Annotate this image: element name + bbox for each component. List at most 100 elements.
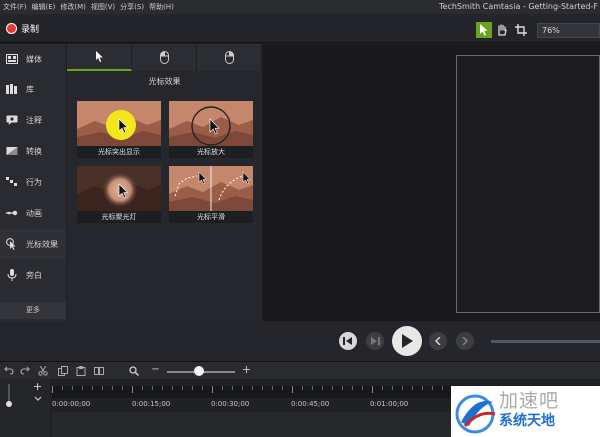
ruler-tick (262, 386, 263, 390)
sidebar-item-behaviors[interactable]: 行为 (0, 167, 66, 197)
menu-share[interactable]: 分享(S) (117, 2, 146, 12)
ruler-tick (192, 386, 193, 390)
sidebar-item-animations[interactable]: 动画 (0, 198, 66, 228)
tab-left-click-effects[interactable] (132, 44, 197, 71)
menu-view[interactable]: 视图(V) (88, 2, 117, 12)
effect-card-magnify[interactable]: 光标放大 (169, 101, 253, 158)
zoom-level-value: 76% (542, 26, 560, 35)
copy-icon[interactable] (57, 365, 68, 376)
undo-icon[interactable] (3, 365, 14, 376)
effect-thumbnail (169, 101, 253, 146)
sidebar-item-library[interactable]: 库 (0, 74, 66, 104)
cursor-effects-panel: 光标效果 光标突出显示 光标放大 光标聚光灯 光标平滑 (67, 44, 262, 321)
zoom-in-button[interactable]: + (241, 363, 252, 376)
tab-cursor-effects[interactable] (67, 44, 132, 71)
more-button[interactable]: 更多 (0, 302, 66, 319)
ruler-tick (112, 386, 113, 390)
redo-icon[interactable] (19, 365, 30, 376)
previous-frame-button[interactable] (429, 332, 447, 350)
menu-modify[interactable]: 修改(M) (57, 2, 88, 12)
main-toolbar: 录制 76% (0, 14, 600, 43)
record-label: 录制 (21, 25, 40, 35)
ruler-tick (182, 386, 183, 390)
cut-icon[interactable] (37, 365, 48, 376)
watermark-top-text: 加速吧 (499, 390, 560, 412)
menu-bar: 文件(F) 编辑(E) 修改(M) 视图(V) 分享(S) 帮助(H) Tech… (0, 0, 600, 14)
effect-card-spotlight[interactable]: 光标聚光灯 (77, 166, 161, 223)
preview-canvas[interactable] (456, 55, 600, 313)
zoom-out-button[interactable]: − (150, 364, 161, 375)
ruler-tick (62, 386, 63, 390)
next-frame-button[interactable] (456, 332, 474, 350)
play-icon (402, 334, 413, 348)
ruler-tick (362, 386, 363, 390)
menu-file[interactable]: 文件(F) (0, 2, 29, 12)
ruler-tick (72, 386, 73, 390)
sidebar-item-annotations[interactable]: 注释 (0, 105, 66, 135)
sidebar-item-label: 转换 (26, 146, 42, 156)
zoom-search-icon (128, 365, 139, 376)
ruler-tick (402, 386, 403, 390)
ruler-tick (382, 386, 383, 390)
ruler-tick (412, 386, 413, 390)
tab-right-click-effects[interactable] (197, 44, 262, 71)
time-label: 0:00:15;00 (132, 400, 171, 408)
ruler-tick (202, 386, 203, 390)
ruler-tick (292, 386, 293, 393)
record-button[interactable]: 录制 (0, 14, 60, 43)
step-back-button[interactable] (339, 332, 357, 350)
sidebar-item-media[interactable]: 媒体 (0, 44, 66, 74)
sidebar-item-label: 库 (26, 84, 34, 94)
ruler-tick (152, 386, 153, 390)
sidebar-item-cursor-effects[interactable]: 光标效果 (0, 229, 66, 259)
menu-edit[interactable]: 编辑(E) (29, 2, 58, 12)
media-icon (5, 52, 19, 66)
ruler-tick (242, 386, 243, 390)
collapse-chevron-icon[interactable] (34, 396, 42, 402)
effect-label: 光标平滑 (197, 213, 225, 221)
crop-tool-button[interactable] (513, 22, 529, 38)
sidebar-item-transitions[interactable]: 转换 (0, 136, 66, 166)
pan-tool-button[interactable] (494, 22, 510, 38)
effect-thumbnail (77, 166, 161, 211)
watermark-logo (455, 394, 496, 434)
previous-clip-button[interactable] (366, 332, 384, 350)
ruler-tick (102, 386, 103, 390)
watermark-main-text: 系统天地 (499, 413, 555, 429)
playback-scrubber[interactable] (491, 340, 600, 343)
menu-help[interactable]: 帮助(H) (146, 2, 176, 12)
track-height-handle[interactable] (6, 401, 12, 407)
effect-thumbnail (169, 166, 253, 211)
effect-card-smoothing[interactable]: 光标平滑 (169, 166, 253, 223)
animation-icon (5, 206, 19, 220)
zoom-level-dropdown[interactable]: 76% (537, 23, 600, 38)
time-label: 0:00:00;00 (52, 400, 91, 408)
ruler-tick (122, 386, 123, 390)
add-track-button[interactable]: + (33, 380, 42, 393)
ruler-tick (142, 386, 143, 390)
select-tool-button[interactable] (476, 22, 492, 38)
sidebar-item-label: 动画 (26, 208, 42, 218)
play-button[interactable] (392, 326, 422, 356)
time-label: 0:00:45;00 (291, 400, 330, 408)
mouse-left-click-icon (159, 51, 169, 64)
panel-title: 光标效果 (148, 77, 181, 86)
window-title: TechSmith Camtasia - Getting-Started-F (438, 2, 598, 11)
sidebar-item-narration[interactable]: 旁白 (0, 260, 66, 290)
panel-tabs (67, 44, 262, 71)
ruler-tick (372, 386, 373, 393)
sidebar-item-label: 旁白 (26, 270, 42, 280)
effect-card-highlight[interactable]: 光标突出显示 (77, 101, 161, 158)
tools-sidebar: 媒体 库 注释 转换 行为 动画 光标效果 旁白 更多 (0, 44, 66, 321)
prev-frame-icon (435, 337, 441, 345)
ruler-tick (92, 386, 93, 390)
ruler-tick (312, 386, 313, 390)
ruler-tick (332, 386, 333, 390)
behavior-icon (5, 175, 19, 189)
ruler-tick (232, 386, 233, 390)
crop-icon (515, 24, 527, 36)
timeline-zoom-handle[interactable] (194, 366, 204, 376)
paste-icon[interactable] (75, 365, 86, 376)
split-icon[interactable] (93, 365, 104, 376)
ruler-tick (132, 386, 133, 393)
